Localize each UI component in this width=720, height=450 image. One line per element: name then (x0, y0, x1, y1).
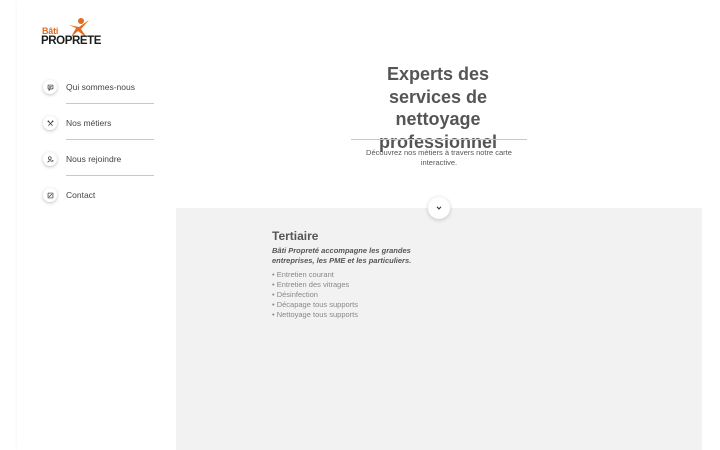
nav-item-qui-sommes-nous[interactable]: Qui sommes-nous (41, 77, 154, 113)
nav-item-nous-rejoindre[interactable]: Nous rejoindre (41, 149, 154, 185)
nav-item-contact[interactable]: Contact (41, 185, 153, 221)
list-item: • Entretien des vitrages (272, 280, 350, 289)
nav-item-label: Contact (66, 190, 96, 200)
nav-item-nos-metiers[interactable]: Nos métiers (41, 113, 154, 149)
nav-divider (66, 175, 154, 176)
nav-item-label: Nous rejoindre (66, 154, 122, 164)
chat-bubble-icon (43, 80, 57, 94)
nav-item-label: Nos métiers (66, 118, 112, 128)
nav-item-label: Qui sommes-nous (66, 82, 135, 92)
edit-note-icon (43, 188, 57, 202)
list-item: • Désinfection (272, 290, 318, 299)
scroll-down-button[interactable] (428, 197, 450, 219)
list-item: • Décapage tous supports (272, 300, 359, 309)
bati-proprete-logo[interactable]: Bâti PROPRETE (41, 17, 101, 51)
sidebar: Bâti PROPRETE Qui sommes-nous Nos métier… (17, 0, 176, 450)
tools-icon (43, 116, 57, 130)
metier-section: Tertiaire Bâti Propreté accompagne les g… (176, 197, 702, 450)
hero-subtitle: Découvrez nos métiers à travers notre ca… (366, 148, 512, 167)
chevron-down-icon (436, 206, 442, 210)
hero-divider (351, 139, 527, 140)
nav-divider (66, 103, 154, 104)
hero-section: Experts des services de nettoyage profes… (176, 0, 702, 208)
user-add-icon (43, 152, 57, 166)
section-title: Tertiaire (272, 229, 319, 243)
service-list: • Entretien courant • Entretien des vitr… (272, 270, 358, 320)
logo-text-proprete: PROPRETE (41, 35, 102, 47)
section-description: Bâti Propreté accompagne les grandes ent… (272, 246, 412, 265)
nav-divider (66, 139, 154, 140)
main-nav: Qui sommes-nous Nos métiers Nous rejoind… (41, 77, 154, 221)
list-item: • Entretien courant (272, 270, 334, 279)
list-item: • Nettoyage tous supports (272, 310, 359, 319)
